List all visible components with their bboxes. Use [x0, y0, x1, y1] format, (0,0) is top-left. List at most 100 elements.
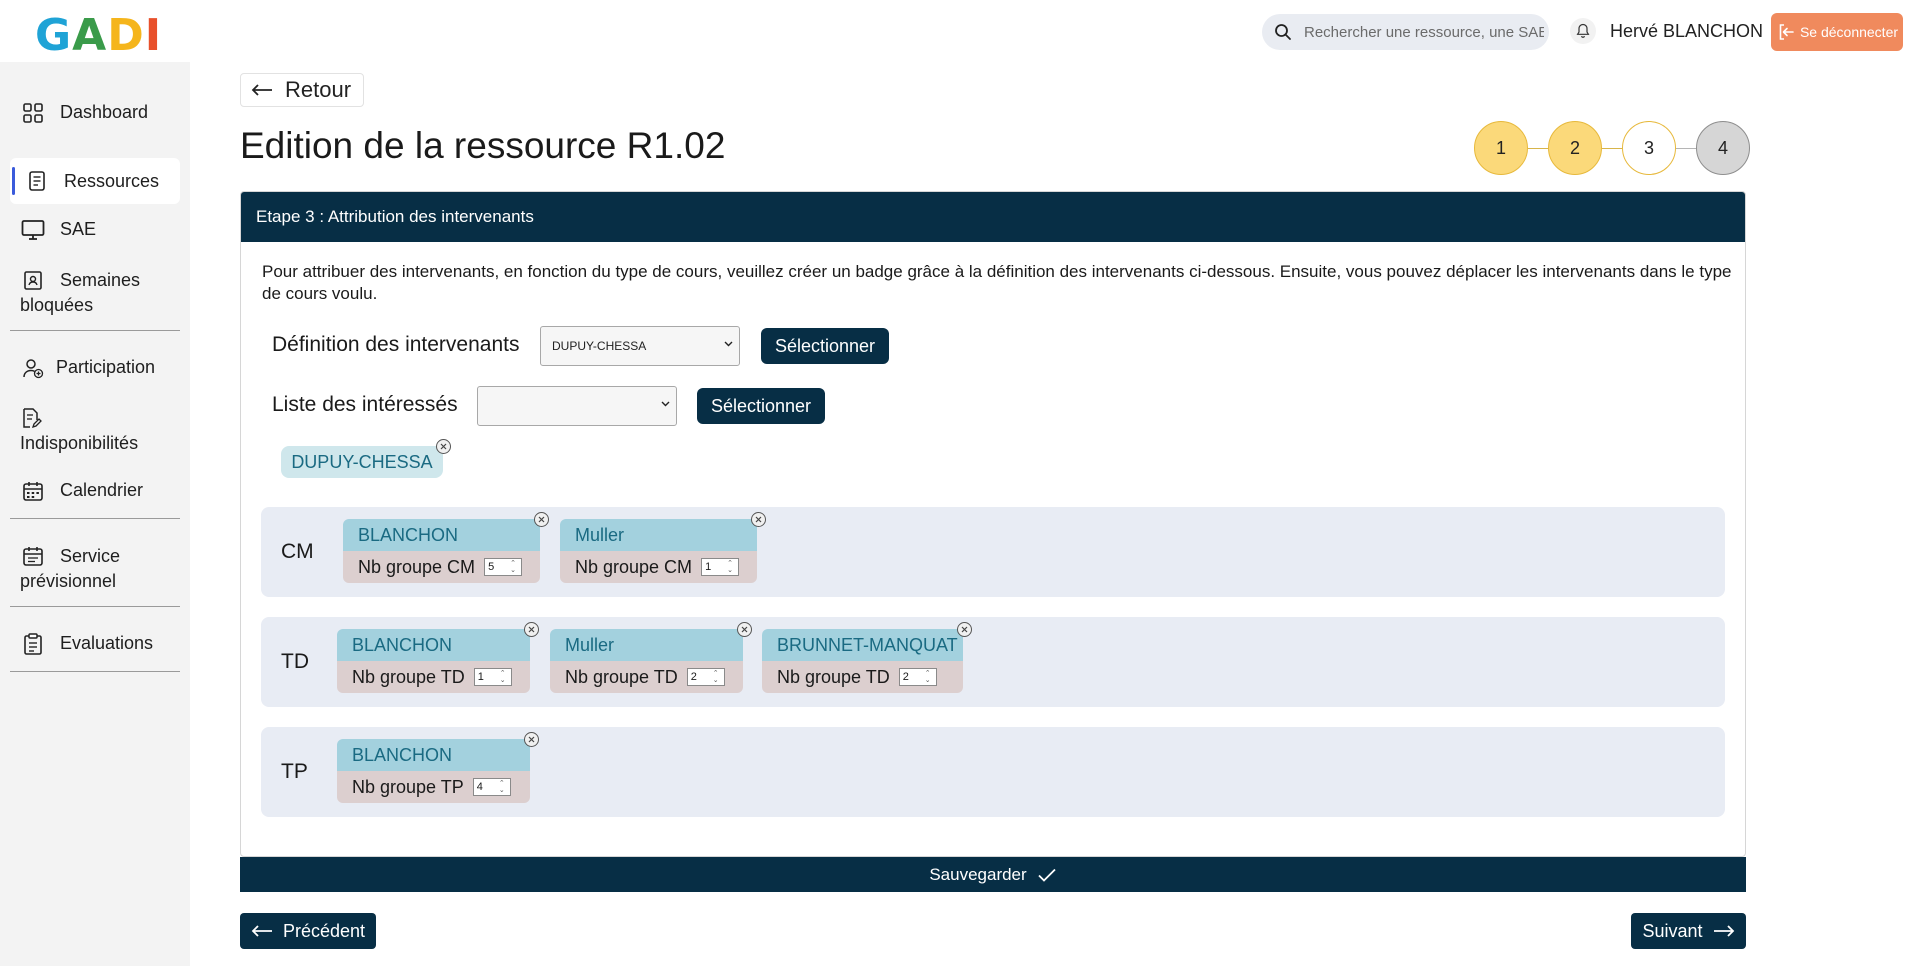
sidebar-item-dashboard[interactable]: Dashboard [20, 100, 148, 126]
course-group-tp[interactable]: TP BLANCHON Nb groupe TP 4 ⌃ ⌄ [261, 727, 1725, 817]
close-icon [440, 443, 447, 450]
remove-badge-button[interactable] [524, 622, 539, 637]
sidebar-item-service-previsionnel[interactable]: Service prévisionnel [20, 543, 180, 594]
course-group-cm[interactable]: CM BLANCHON Nb groupe CM 5 ⌃ ⌄ Muller Nb g… [261, 507, 1725, 597]
group-count-stepper[interactable]: 4 ⌃ ⌄ [472, 778, 511, 796]
teacher-badge[interactable]: BRUNNET-MANQUAT Nb groupe TD 2 ⌃ ⌄ [762, 622, 972, 693]
remove-badge-button[interactable] [957, 622, 972, 637]
badge-count-label: Nb groupe TD [777, 666, 890, 687]
definition-select-button[interactable]: Sélectionner [761, 328, 889, 364]
spinner-arrows-icon[interactable]: ⌃ ⌄ [497, 669, 509, 685]
definition-label: Définition des intervenants [272, 333, 520, 356]
logout-label: Se déconnecter [1799, 24, 1899, 40]
definition-select-value: DUPUY-CHESSA [552, 339, 647, 353]
close-icon [961, 626, 968, 633]
logo-letter-g: G [35, 10, 73, 61]
badge-name: BRUNNET-MANQUAT [762, 629, 963, 661]
group-count-stepper[interactable]: 5 ⌃ ⌄ [484, 558, 523, 576]
badge-count-label: Nb groupe TD [565, 666, 678, 687]
card-header: Etape 3 : Attribution des intervenants [241, 192, 1745, 242]
badge-name: BLANCHON [337, 739, 530, 771]
back-label: Retour [285, 77, 352, 102]
remove-badge-button[interactable] [534, 512, 549, 527]
sidebar-item-label: Dashboard [60, 102, 149, 122]
spinner-arrows-icon[interactable]: ⌃ ⌄ [496, 779, 508, 795]
badge-count-row: Nb groupe TD 1 ⌃ ⌄ [337, 661, 530, 693]
save-button[interactable]: Sauvegarder [240, 857, 1746, 892]
step-3[interactable]: 3 [1622, 121, 1676, 175]
definition-select[interactable]: DUPUY-CHESSA [540, 326, 740, 366]
next-button[interactable]: Suivant [1631, 913, 1746, 949]
interested-select-button[interactable]: Sélectionner [697, 388, 825, 424]
step-4[interactable]: 4 [1696, 121, 1750, 175]
chevron-down-icon [724, 341, 733, 347]
badge-name: Muller [560, 519, 757, 551]
spinner-arrows-icon[interactable]: ⌃ ⌄ [922, 669, 934, 685]
interested-label: Liste des intéressés [272, 393, 458, 416]
arrow-right-icon [1713, 925, 1734, 937]
sidebar: Dashboard Ressources SAE Semaines bloqué… [0, 62, 190, 966]
arrow-left-icon [251, 84, 272, 96]
course-group-td[interactable]: TD BLANCHON Nb groupe TD 1 ⌃ ⌄ Muller Nb g… [261, 617, 1725, 707]
group-count-stepper[interactable]: 1 ⌃ ⌄ [701, 558, 740, 576]
logout-button[interactable]: Se déconnecter [1771, 13, 1903, 51]
spinner-arrows-icon[interactable]: ⌃ ⌄ [710, 669, 722, 685]
calendar-list-icon [20, 543, 46, 569]
remove-badge-button[interactable] [751, 512, 766, 527]
bell-icon [1576, 23, 1590, 38]
teacher-badge[interactable]: Muller Nb groupe TD 2 ⌃ ⌄ [550, 622, 752, 693]
sidebar-item-calendrier[interactable]: Calendrier [20, 478, 143, 504]
remove-chip-button[interactable] [436, 439, 451, 454]
sidebar-divider [10, 330, 180, 331]
notifications-button[interactable] [1570, 18, 1596, 44]
logout-icon [1779, 24, 1794, 40]
step-2[interactable]: 2 [1548, 121, 1602, 175]
sidebar-item-label: Calendrier [60, 480, 144, 500]
step-1[interactable]: 1 [1474, 121, 1528, 175]
monitor-icon [20, 217, 46, 243]
teacher-badge[interactable]: Muller Nb groupe CM 1 ⌃ ⌄ [560, 512, 766, 583]
user-name: Hervé BLANCHON [1610, 21, 1764, 41]
sidebar-divider [10, 518, 180, 519]
group-count-stepper[interactable]: 2 ⌃ ⌄ [686, 668, 725, 686]
teacher-badge[interactable]: BLANCHON Nb groupe TP 4 ⌃ ⌄ [337, 732, 539, 803]
search-bar[interactable] [1262, 14, 1549, 50]
sidebar-item-evaluations[interactable]: Evaluations [20, 631, 153, 657]
badge-count-row: Nb groupe TD 2 ⌃ ⌄ [762, 661, 963, 693]
close-icon [741, 626, 748, 633]
teacher-chip[interactable]: DUPUY-CHESSA [281, 439, 451, 478]
group-count-stepper[interactable]: 2 ⌃ ⌄ [898, 668, 937, 686]
previous-button[interactable]: Précédent [240, 913, 376, 949]
app-logo[interactable]: GADI [35, 10, 162, 61]
badge-count-row: Nb groupe CM 1 ⌃ ⌄ [560, 551, 757, 583]
sidebar-item-participation[interactable]: Participation [20, 355, 155, 381]
next-label: Suivant [1642, 920, 1703, 941]
teacher-badge[interactable]: BLANCHON Nb groupe CM 5 ⌃ ⌄ [343, 512, 549, 583]
spinner-arrows-icon[interactable]: ⌃ ⌄ [724, 559, 736, 575]
sidebar-divider [10, 671, 180, 672]
remove-badge-button[interactable] [737, 622, 752, 637]
search-input[interactable] [1304, 23, 1544, 41]
step-connector [1602, 148, 1622, 149]
sidebar-item-ressources[interactable]: Ressources [10, 158, 180, 204]
badge-count-row: Nb groupe CM 5 ⌃ ⌄ [343, 551, 540, 583]
badge-name: BLANCHON [343, 519, 540, 551]
sidebar-item-indisponibilites[interactable]: Indisponibilités [20, 407, 138, 456]
close-icon [538, 516, 545, 523]
top-bar: GADI Hervé BLANCHON Se déconnecter [0, 0, 1916, 62]
group-count-stepper[interactable]: 1 ⌃ ⌄ [473, 668, 512, 686]
group-count-value: 1 [705, 561, 712, 573]
spinner-arrows-icon[interactable]: ⌃ ⌄ [507, 559, 519, 575]
close-icon [528, 736, 535, 743]
back-button[interactable]: Retour [240, 73, 364, 107]
remove-badge-button[interactable] [524, 732, 539, 747]
teacher-chip-label: DUPUY-CHESSA [291, 451, 433, 472]
sidebar-item-sae[interactable]: SAE [20, 217, 96, 243]
teacher-badge[interactable]: BLANCHON Nb groupe TD 1 ⌃ ⌄ [337, 622, 539, 693]
sidebar-item-semaines-bloquees[interactable]: Semaines bloquées [20, 267, 180, 318]
badge-name: BLANCHON [337, 629, 530, 661]
interested-select[interactable] [477, 386, 677, 426]
group-count-value: 5 [488, 561, 495, 573]
document-icon [24, 168, 50, 194]
badge-count-label: Nb groupe CM [358, 556, 476, 577]
